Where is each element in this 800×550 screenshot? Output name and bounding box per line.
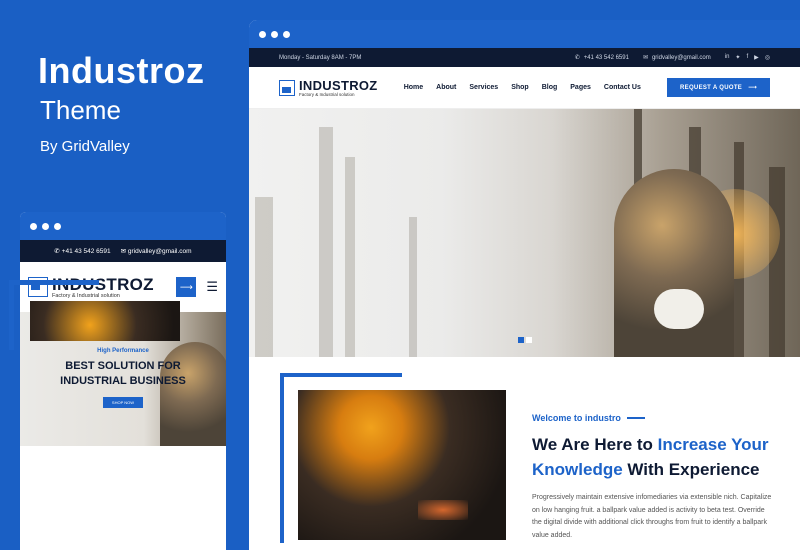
menu-item-home[interactable]: Home bbox=[404, 84, 423, 91]
blueprint-roll bbox=[654, 289, 704, 329]
window-dot[interactable] bbox=[30, 222, 37, 230]
menu-item-services[interactable]: Services bbox=[469, 84, 498, 91]
mobile-top-bar: ✆ +41 43 542 6591 ✉ gridvalley@gmail.com bbox=[20, 240, 226, 262]
topbar-phone[interactable]: ✆ +41 43 542 6591 bbox=[574, 54, 629, 62]
menu-item-about[interactable]: About bbox=[436, 84, 456, 91]
mail-icon: ✉ bbox=[120, 248, 128, 255]
window-chrome bbox=[249, 20, 800, 48]
window-chrome bbox=[20, 212, 226, 240]
main-menu: Home About Services Shop Blog Pages Cont… bbox=[378, 84, 668, 91]
phone-icon: ✆ bbox=[54, 248, 62, 255]
request-quote-button[interactable]: REQUEST A QUOTE ⟶ bbox=[667, 78, 770, 97]
mobile-preview-window: ✆ +41 43 542 6591 ✉ gridvalley@gmail.com… bbox=[20, 212, 226, 550]
youtube-icon[interactable]: ▶ bbox=[754, 54, 759, 61]
hero-title: BEST SOLUTION FOR INDUSTRIAL BUSINESS bbox=[20, 359, 226, 389]
menu-item-pages[interactable]: Pages bbox=[570, 84, 591, 91]
about-heading: We Are Here to Increase Your Knowledge W… bbox=[532, 432, 782, 482]
email-address: gridvalley@gmail.com bbox=[127, 248, 192, 255]
mobile-welder-photo bbox=[30, 301, 180, 341]
window-dot[interactable] bbox=[54, 222, 61, 230]
promo-title: Industroz bbox=[38, 50, 205, 91]
refinery-tower bbox=[255, 197, 273, 357]
menu-item-contact[interactable]: Contact Us bbox=[604, 84, 641, 91]
mobile-phone[interactable]: ✆ +41 43 542 6591 bbox=[54, 247, 110, 255]
mobile-email[interactable]: ✉ gridvalley@gmail.com bbox=[121, 247, 192, 255]
hero-title-line: BEST SOLUTION FOR bbox=[65, 360, 181, 372]
heading-part: With Experience bbox=[622, 460, 760, 479]
hero-title-line: INDUSTRIAL BUSINESS bbox=[60, 375, 186, 387]
welcome-label: Welcome to industro bbox=[532, 413, 645, 423]
heading-part: We Are Here to bbox=[532, 435, 658, 454]
social-links: in ✦ f ▶ ◎ bbox=[725, 54, 770, 61]
refinery-tower bbox=[409, 217, 417, 357]
arrow-right-icon: ⟶ bbox=[179, 281, 193, 292]
phone-number: +41 43 542 6591 bbox=[61, 248, 111, 255]
refinery-tower bbox=[319, 127, 333, 357]
twitter-icon[interactable]: ✦ bbox=[735, 54, 740, 61]
worker-figure bbox=[160, 342, 226, 446]
main-navbar: INDUSTROZ Factory & Industrial solution … bbox=[249, 67, 800, 109]
arrow-right-icon: ⟶ bbox=[748, 85, 757, 91]
linkedin-icon[interactable]: in bbox=[725, 54, 730, 61]
site-logo[interactable]: INDUSTROZ Factory & Industrial solution bbox=[279, 79, 378, 97]
refinery-tower bbox=[769, 167, 785, 357]
refinery-tower bbox=[345, 157, 355, 357]
phone-number: +41 43 542 6591 bbox=[583, 54, 629, 61]
window-dot[interactable] bbox=[42, 222, 49, 230]
desktop-preview-window: Monday - Saturday 8AM - 7PM ✆ +41 43 542 … bbox=[249, 20, 800, 550]
quote-arrow-button[interactable]: ⟶ bbox=[176, 277, 197, 297]
welder-photo bbox=[298, 390, 506, 540]
top-bar: Monday - Saturday 8AM - 7PM ✆ +41 43 542 … bbox=[249, 48, 800, 67]
logo-name: INDUSTROZ bbox=[299, 77, 378, 93]
shop-now-button[interactable]: SHOP NOW bbox=[102, 397, 144, 408]
menu-item-blog[interactable]: Blog bbox=[542, 84, 558, 91]
hero-banner bbox=[249, 109, 800, 357]
email-address: gridvalley@gmail.com bbox=[651, 54, 711, 61]
promo-author: By GridValley bbox=[40, 138, 130, 155]
slide-dot[interactable] bbox=[526, 337, 532, 343]
phone-icon: ✆ bbox=[574, 55, 580, 61]
facebook-icon[interactable]: f bbox=[746, 54, 748, 61]
window-dot[interactable] bbox=[271, 30, 278, 38]
about-section: Welcome to industro We Are Here to Incre… bbox=[249, 357, 800, 550]
promo-subtitle: Theme bbox=[40, 95, 121, 125]
sparks bbox=[418, 500, 468, 520]
accent-line bbox=[626, 417, 645, 419]
welcome-text: Welcome to industro bbox=[532, 413, 621, 423]
window-dot[interactable] bbox=[259, 30, 266, 38]
menu-item-shop[interactable]: Shop bbox=[511, 84, 529, 91]
factory-icon bbox=[279, 79, 295, 96]
slide-dot[interactable] bbox=[518, 337, 524, 343]
about-paragraph: Progressively maintain extensive infomed… bbox=[532, 494, 772, 539]
request-quote-label: REQUEST A QUOTE bbox=[680, 84, 743, 91]
instagram-icon[interactable]: ◎ bbox=[765, 54, 770, 61]
hamburger-menu-icon[interactable]: ☰ bbox=[206, 279, 218, 295]
window-dot[interactable] bbox=[283, 30, 290, 38]
opening-hours: Monday - Saturday 8AM - 7PM bbox=[279, 54, 362, 61]
mail-icon: ✉ bbox=[642, 55, 648, 61]
slider-pager bbox=[518, 337, 532, 343]
topbar-email[interactable]: ✉ gridvalley@gmail.com bbox=[642, 54, 711, 62]
